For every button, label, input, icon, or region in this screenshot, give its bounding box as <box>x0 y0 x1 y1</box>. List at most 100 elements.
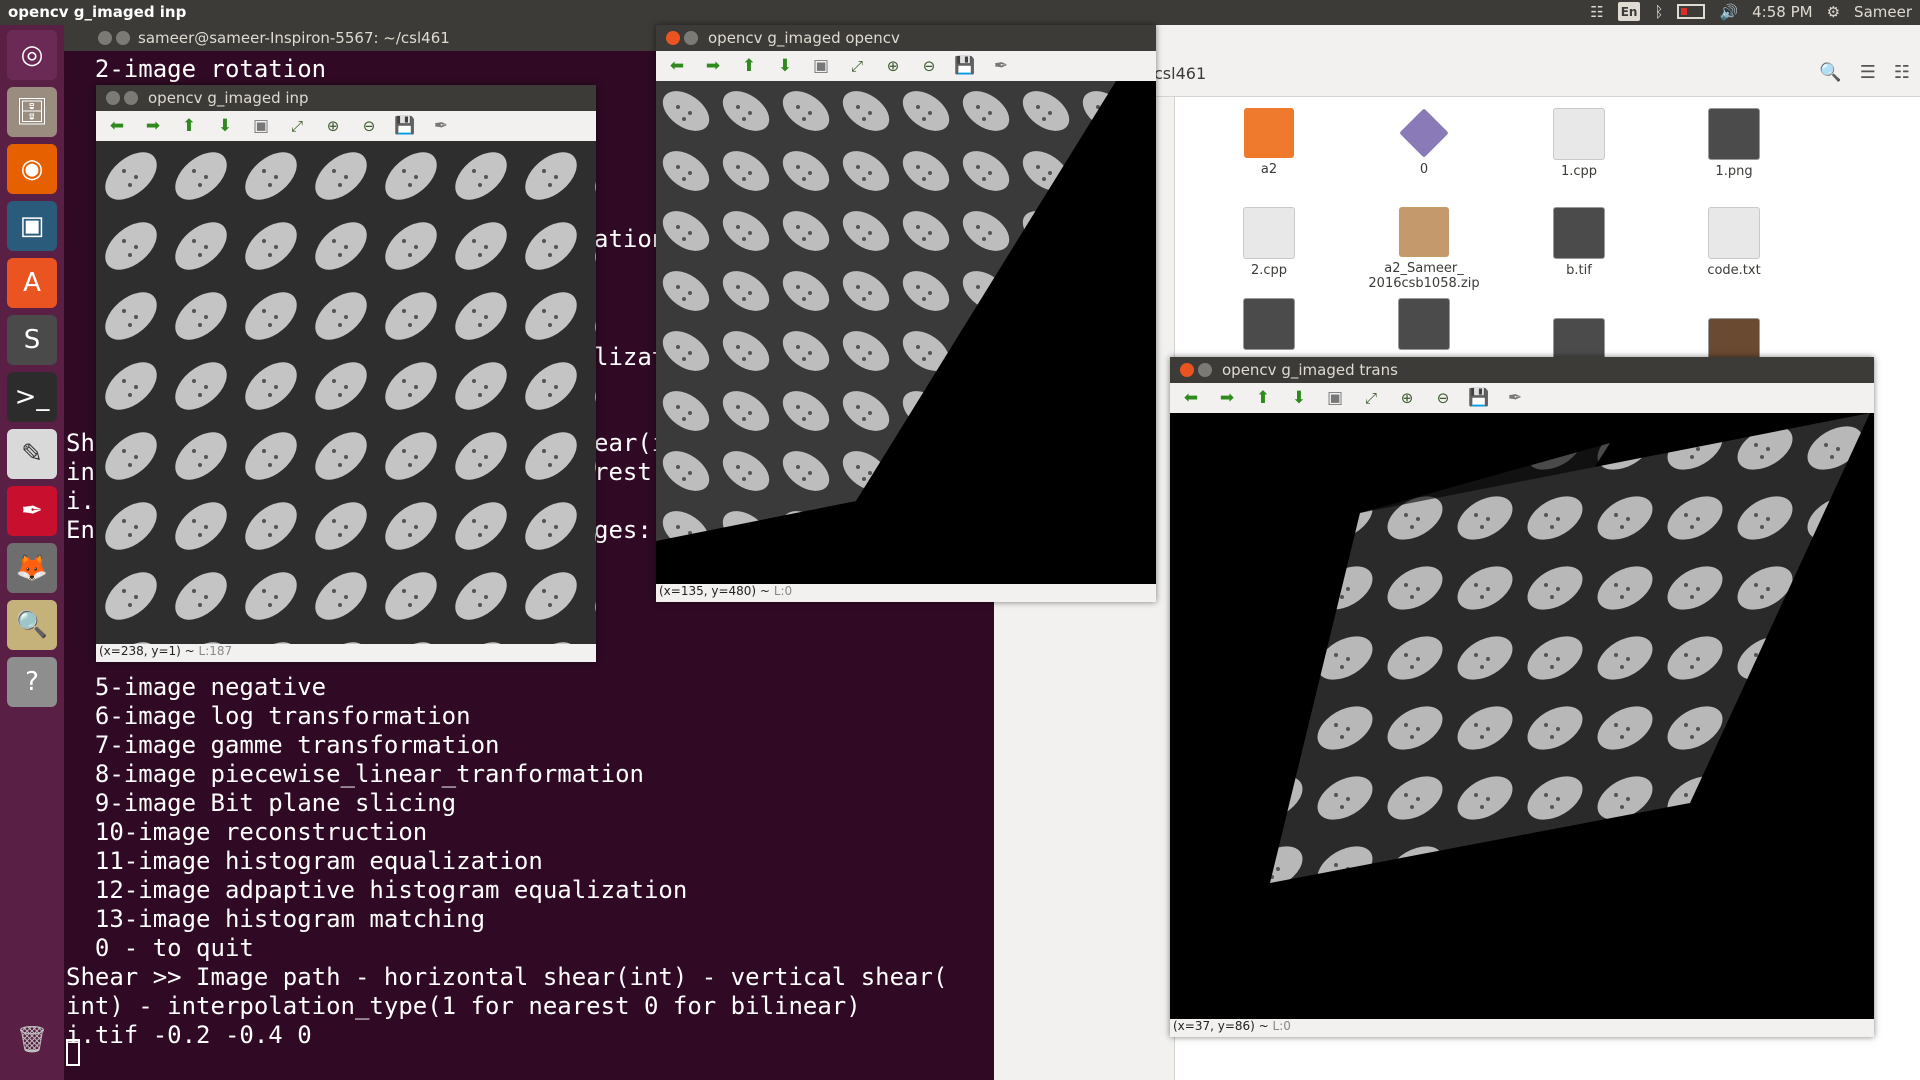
close-icon[interactable] <box>1180 363 1194 377</box>
terminal-fragment: rest <box>594 458 652 486</box>
image-icon[interactable]: ▣ <box>248 115 274 137</box>
help-icon[interactable]: ? <box>7 657 57 707</box>
file-item[interactable]: b.tif <box>1514 207 1644 278</box>
file-item[interactable]: a2_Sameer_ 2016csb1058.zip <box>1359 207 1489 291</box>
file-item[interactable]: a2 <box>1204 108 1334 177</box>
window-titlebar[interactable]: opencv g_imaged trans <box>1170 357 1874 383</box>
arrow-up-icon[interactable]: ⬆ <box>736 55 762 77</box>
sublime-icon[interactable]: S <box>7 315 57 365</box>
terminal-icon[interactable]: >_ <box>7 372 57 422</box>
terminal-menu-line: 12-image adpaptive histogram equalizatio… <box>66 876 688 904</box>
terminal-cursor[interactable] <box>66 1039 80 1066</box>
properties-icon[interactable]: ✒ <box>1502 387 1528 409</box>
ubuntu-logo-icon[interactable]: ◎ <box>7 30 57 80</box>
zoom-in-icon[interactable]: ⊕ <box>320 115 346 137</box>
zoom-out-icon[interactable]: ⊖ <box>356 115 382 137</box>
zoom-fit-icon[interactable]: ⤢ <box>284 115 310 137</box>
terminal-fragment: ges: <box>594 516 652 544</box>
terminal-fragment: in <box>66 458 95 486</box>
image-viewer-icon[interactable]: 🔍 <box>7 600 57 650</box>
window-titlebar[interactable]: opencv g_imaged opencv <box>656 25 1156 51</box>
zip-file-icon <box>1399 207 1449 257</box>
user-name[interactable]: Sameer <box>1854 3 1912 21</box>
grid-view-icon[interactable]: ☷ <box>1894 62 1910 83</box>
terminal-menu-line: 0 - to quit <box>66 934 254 962</box>
image-window-inp[interactable]: opencv g_imaged inp ⬅ ➡ ⬆ ⬇ ▣ ⤢ ⊕ ⊖ 💾 ✒ … <box>96 85 596 662</box>
minimize-icon[interactable] <box>116 31 130 45</box>
terminal-fragment: Sh <box>66 429 95 457</box>
list-view-icon[interactable]: ☰ <box>1860 62 1876 83</box>
file-item[interactable]: code.txt <box>1669 207 1799 278</box>
save-icon[interactable]: 💾 <box>1466 387 1492 409</box>
file-item[interactable]: 0 <box>1359 108 1489 177</box>
status-bar: (x=238, y=1) ~ L:187 <box>96 644 596 662</box>
zoom-out-icon[interactable]: ⊖ <box>1430 387 1456 409</box>
close-icon[interactable] <box>666 31 680 45</box>
battery-icon[interactable] <box>1677 4 1706 19</box>
workspace-icon[interactable]: ▣ <box>7 201 57 251</box>
launcher: ◎ 🗄 ◉ ▣ A S >_ ✎ ✒ 🦊 🔍 ? 🗑 <box>0 25 64 1080</box>
gimp-icon[interactable]: 🦊 <box>7 543 57 593</box>
volume-icon[interactable]: 🔊 <box>1719 3 1738 21</box>
image-canvas[interactable] <box>656 81 1156 584</box>
window-titlebar[interactable]: opencv g_imaged inp <box>96 85 596 111</box>
arrow-up-icon[interactable]: ⬆ <box>176 115 202 137</box>
keyboard-icon[interactable]: En <box>1617 2 1641 21</box>
file-item[interactable] <box>1204 298 1334 354</box>
zoom-fit-icon[interactable]: ⤢ <box>844 55 870 77</box>
image-toolbar: ⬅ ➡ ⬆ ⬇ ▣ ⤢ ⊕ ⊖ 💾 ✒ <box>656 51 1156 81</box>
image-canvas[interactable] <box>96 141 596 644</box>
arrow-down-icon[interactable]: ⬇ <box>212 115 238 137</box>
document-viewer-icon[interactable]: ✒ <box>7 486 57 536</box>
original-image <box>96 141 596 644</box>
properties-icon[interactable]: ✒ <box>428 115 454 137</box>
clock[interactable]: 4:58 PM <box>1752 3 1812 21</box>
arrow-right-icon[interactable]: ➡ <box>140 115 166 137</box>
zoom-in-icon[interactable]: ⊕ <box>880 55 906 77</box>
image-window-trans[interactable]: opencv g_imaged trans ⬅ ➡ ⬆ ⬇ ▣ ⤢ ⊕ ⊖ 💾 … <box>1170 357 1874 1037</box>
arrow-left-icon[interactable]: ⬅ <box>664 55 690 77</box>
image-icon[interactable]: ▣ <box>808 55 834 77</box>
image-canvas[interactable] <box>1170 413 1874 1019</box>
save-icon[interactable]: 💾 <box>392 115 418 137</box>
arrow-down-icon[interactable]: ⬇ <box>1286 387 1312 409</box>
arrow-left-icon[interactable]: ⬅ <box>1178 387 1204 409</box>
close-icon[interactable] <box>98 31 112 45</box>
file-item[interactable] <box>1359 298 1489 354</box>
gear-icon[interactable]: ⚙ <box>1827 3 1840 21</box>
path-bar[interactable]: csl461 <box>1154 64 1206 83</box>
minimize-icon[interactable] <box>684 31 698 45</box>
arrow-right-icon[interactable]: ➡ <box>1214 387 1240 409</box>
wifi-icon[interactable]: ☷ <box>1590 3 1603 21</box>
image-window-opencv[interactable]: opencv g_imaged opencv ⬅ ➡ ⬆ ⬇ ▣ ⤢ ⊕ ⊖ 💾… <box>656 25 1156 602</box>
files-icon[interactable]: 🗄 <box>7 87 57 137</box>
properties-icon[interactable]: ✒ <box>988 55 1014 77</box>
arrow-left-icon[interactable]: ⬅ <box>104 115 130 137</box>
arrow-up-icon[interactable]: ⬆ <box>1250 387 1276 409</box>
zoom-fit-icon[interactable]: ⤢ <box>1358 387 1384 409</box>
file-item[interactable]: 2.cpp <box>1204 207 1334 278</box>
text-editor-icon[interactable]: ✎ <box>7 429 57 479</box>
minimize-icon[interactable] <box>1198 363 1212 377</box>
status-bar: (x=135, y=480) ~ L:0 <box>656 584 1156 602</box>
software-center-icon[interactable]: A <box>7 258 57 308</box>
file-item[interactable]: 1.png <box>1669 108 1799 179</box>
image-icon[interactable]: ▣ <box>1322 387 1348 409</box>
bluetooth-icon[interactable]: ᛒ <box>1654 3 1663 21</box>
minimize-icon[interactable] <box>124 91 138 105</box>
terminal-input-line: i.tif -0.2 -0.4 0 <box>66 1021 312 1049</box>
cpp-file-icon <box>1243 207 1295 259</box>
firefox-icon[interactable]: ◉ <box>7 144 57 194</box>
file-item[interactable]: 1.cpp <box>1514 108 1644 179</box>
search-icon[interactable]: 🔍 <box>1819 62 1841 83</box>
terminal-menu-line: 5-image negative <box>66 673 327 701</box>
close-icon[interactable] <box>106 91 120 105</box>
zoom-in-icon[interactable]: ⊕ <box>1394 387 1420 409</box>
save-icon[interactable]: 💾 <box>952 55 978 77</box>
trash-icon[interactable]: 🗑 <box>7 1015 57 1065</box>
terminal-fragment: En <box>66 516 95 544</box>
arrow-right-icon[interactable]: ➡ <box>700 55 726 77</box>
arrow-down-icon[interactable]: ⬇ <box>772 55 798 77</box>
zoom-out-icon[interactable]: ⊖ <box>916 55 942 77</box>
terminal-menu-line: 8-image piecewise_linear_tranformation <box>66 760 644 788</box>
